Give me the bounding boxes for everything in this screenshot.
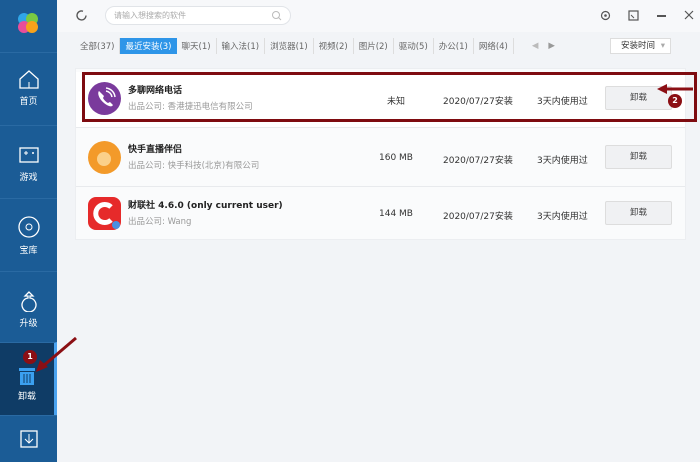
- app-publisher: 出品公司: Wang: [128, 217, 192, 227]
- app-icon: [88, 197, 121, 230]
- sort-value: 安装时间: [621, 41, 656, 51]
- search-placeholder: 请输入想搜索的软件: [114, 11, 186, 20]
- tab-image[interactable]: 图片(2): [354, 38, 394, 54]
- gamepad-icon: [18, 147, 39, 163]
- tabs-next-icon[interactable]: ▶: [548, 41, 555, 51]
- download-icon: [19, 430, 38, 448]
- tab-recent[interactable]: 最近安装(3): [120, 38, 177, 54]
- category-tabs: 全部(37) 最近安装(3) 聊天(1) 输入法(1) 浏览器(1) 视频(2)…: [75, 38, 555, 54]
- step-badge-2: 2: [668, 94, 682, 108]
- sidebar-item-home[interactable]: 首页: [0, 52, 57, 125]
- settings-icon[interactable]: [600, 10, 611, 21]
- app-name: 快手直播伴侣: [128, 145, 183, 155]
- app-install-date: 2020/07/27安装: [443, 212, 513, 222]
- uninstall-button[interactable]: 卸载: [605, 145, 672, 169]
- tab-driver[interactable]: 驱动(5): [394, 38, 434, 54]
- sidebar-item-label: 游戏: [19, 173, 38, 183]
- tab-browser[interactable]: 浏览器(1): [265, 38, 314, 54]
- sidebar: 首页 游戏 宝库 升级 1 卸载: [0, 0, 57, 462]
- list-item: 财联社 4.6.0 (only current user) 出品公司: Wang…: [76, 187, 685, 243]
- sort-select[interactable]: 安装时间 ▾: [610, 38, 671, 54]
- search-input[interactable]: 请输入想搜索的软件: [105, 6, 291, 25]
- app-name: 财联社 4.6.0 (only current user): [128, 201, 283, 211]
- skin-icon[interactable]: [628, 10, 639, 21]
- app-size: 160 MB: [379, 153, 413, 163]
- app-logo-icon: [18, 13, 38, 33]
- app-icon: [88, 141, 121, 174]
- home-icon: [18, 70, 39, 89]
- tab-video[interactable]: 视频(2): [314, 38, 354, 54]
- list-item: 快手直播伴侣 出品公司: 快手科技(北京)有限公司 160 MB 2020/07…: [76, 131, 685, 187]
- annotation-highlight-box: [82, 72, 697, 122]
- sidebar-item-label: 宝库: [19, 246, 38, 256]
- tab-input[interactable]: 输入法(1): [217, 38, 266, 54]
- sidebar-item-label: 首页: [19, 97, 38, 107]
- app-last-used: 3天内使用过: [537, 156, 588, 166]
- annotation-arrow-1: [36, 336, 77, 372]
- minimize-button[interactable]: [657, 15, 666, 17]
- tab-network[interactable]: 网络(4): [474, 38, 514, 54]
- search-icon[interactable]: [271, 10, 282, 21]
- app-install-date: 2020/07/27安装: [443, 156, 513, 166]
- top-bar: 请输入想搜索的软件: [57, 0, 700, 32]
- sidebar-item-download[interactable]: [0, 415, 57, 462]
- disc-icon: [17, 216, 40, 238]
- sidebar-item-library[interactable]: 宝库: [0, 198, 57, 271]
- sidebar-item-label: 升级: [19, 319, 38, 329]
- sidebar-item-upgrade[interactable]: 升级: [0, 271, 57, 344]
- sidebar-item-label: 卸载: [17, 392, 36, 402]
- tabs-prev-icon[interactable]: ◀: [532, 41, 539, 51]
- tab-chat[interactable]: 聊天(1): [177, 38, 217, 54]
- refresh-icon[interactable]: [75, 9, 88, 22]
- tab-all[interactable]: 全部(37): [75, 38, 121, 54]
- upgrade-icon: [20, 291, 37, 312]
- app-size: 144 MB: [379, 209, 413, 219]
- app-last-used: 3天内使用过: [537, 212, 588, 222]
- tab-office[interactable]: 办公(1): [434, 38, 474, 54]
- sidebar-item-games[interactable]: 游戏: [0, 125, 57, 198]
- chevron-down-icon: ▾: [660, 41, 665, 51]
- uninstall-button[interactable]: 卸载: [605, 201, 672, 225]
- close-button[interactable]: [684, 10, 694, 20]
- app-publisher: 出品公司: 快手科技(北京)有限公司: [128, 161, 260, 171]
